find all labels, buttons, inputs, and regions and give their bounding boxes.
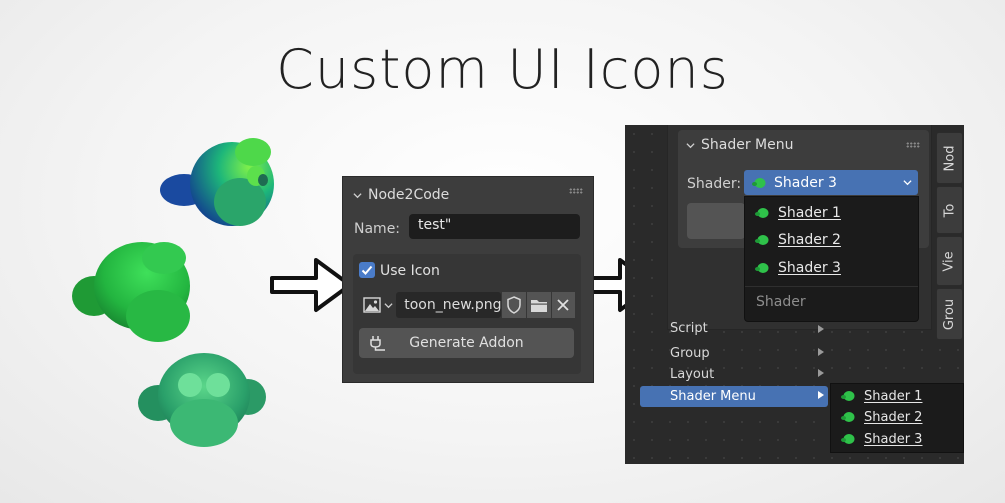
tab-label: Nod [942, 145, 957, 171]
dropdown-option-label: Shader 1 [778, 205, 841, 221]
shield-icon [507, 296, 521, 314]
image-icon [362, 297, 381, 313]
close-icon [557, 299, 569, 311]
chevron-right-icon [818, 325, 824, 333]
chevron-down-icon [353, 192, 362, 198]
menu-item-label: Script [670, 322, 708, 336]
monkey-icon [755, 208, 769, 218]
page-title: Custom UI Icons [276, 38, 729, 101]
tab-label: To [942, 203, 957, 217]
monkey-render-green [72, 242, 190, 342]
monkey-render-blue-green [160, 138, 274, 226]
dropdown-footer-label: Shader [756, 294, 806, 310]
menu-item-label: Group [670, 346, 710, 361]
menu-item-label: Layout [670, 367, 715, 382]
dropdown-option[interactable]: Shader 2 [755, 229, 841, 251]
context-menu: Script Group Layout Shader Menu [638, 322, 828, 412]
tab-label: Grou [942, 298, 958, 330]
submenu-option[interactable]: Shader 3 [841, 429, 922, 449]
tab-node[interactable]: Nod [936, 132, 963, 184]
menu-item-layout[interactable]: Layout [640, 364, 828, 385]
submenu-option[interactable]: Shader 2 [841, 407, 922, 427]
drag-grip-icon[interactable] [569, 188, 583, 194]
submenu-option[interactable]: Shader 1 [841, 386, 922, 406]
panel-header[interactable]: Node2Code [353, 185, 449, 205]
submenu-option-label: Shader 1 [864, 388, 923, 404]
monkey-icon [752, 177, 766, 188]
monkey-icon [755, 235, 769, 245]
shader-menu-header[interactable]: Shader Menu [686, 137, 793, 153]
shader-submenu: Shader 1 Shader 2 Shader 3 [830, 383, 964, 453]
hidden-button [687, 203, 745, 239]
panel-title: Node2Code [368, 187, 450, 203]
dropdown-option-label: Shader 2 [778, 232, 841, 248]
use-icon-checkbox[interactable] [359, 262, 375, 278]
chevron-down-icon [903, 180, 912, 186]
tab-tool[interactable]: To [936, 186, 963, 234]
generate-addon-label: Generate Addon [409, 335, 524, 351]
image-type-dropdown[interactable] [359, 292, 396, 318]
sidebar-tabs: Nod To Vie Grou [936, 128, 964, 343]
monkey-icon [755, 263, 769, 273]
generate-addon-button[interactable]: Generate Addon [359, 328, 574, 358]
tab-label: Vie [942, 250, 957, 272]
monkey-icon [841, 391, 855, 401]
monkey-icon [841, 412, 855, 422]
tab-view[interactable]: Vie [936, 236, 963, 286]
monkey-render-teal [138, 353, 266, 447]
name-input[interactable]: test" [409, 214, 580, 239]
chevron-down-icon [384, 302, 393, 308]
monkey-icon [841, 434, 855, 444]
shader-select-value: Shader 3 [774, 174, 837, 191]
dropdown-option[interactable]: Shader 1 [755, 202, 841, 224]
name-label: Name: [354, 221, 401, 237]
use-icon-label: Use Icon [380, 263, 440, 279]
submenu-option-label: Shader 3 [864, 431, 923, 447]
shader-dropdown-menu: Shader 1 Shader 2 Shader 3 Shader [744, 196, 919, 322]
unlink-button[interactable] [551, 292, 576, 318]
chevron-right-icon [818, 369, 824, 377]
icon-file-field[interactable]: toon_new.png [396, 292, 502, 318]
menu-item-group[interactable]: Group [640, 343, 828, 364]
tab-group[interactable]: Grou [936, 288, 963, 340]
plugin-icon [370, 336, 385, 351]
menu-divider [745, 286, 918, 287]
shader-select[interactable]: Shader 3 [744, 170, 918, 195]
browse-file-button[interactable] [526, 292, 551, 318]
shader-label: Shader: [687, 176, 742, 192]
menu-item-label: Shader Menu [670, 389, 756, 404]
node2code-panel: Node2Code Name: test" Use Icon toon_new.… [342, 176, 594, 383]
drag-grip-icon[interactable] [906, 142, 920, 148]
menu-item-script[interactable]: Script [640, 322, 828, 336]
chevron-down-icon [686, 142, 695, 148]
submenu-option-label: Shader 2 [864, 409, 923, 425]
icon-file-row: toon_new.png [359, 292, 576, 318]
dropdown-option[interactable]: Shader 3 [755, 257, 841, 279]
dropdown-option-label: Shader 3 [778, 260, 841, 276]
folder-icon [530, 299, 547, 312]
panel-title: Shader Menu [701, 137, 794, 153]
checkmark-icon [361, 265, 373, 275]
menu-item-shader-menu[interactable]: Shader Menu [640, 386, 828, 407]
chevron-right-icon [818, 348, 824, 356]
fake-user-button[interactable] [502, 292, 526, 318]
chevron-right-icon [818, 391, 824, 399]
